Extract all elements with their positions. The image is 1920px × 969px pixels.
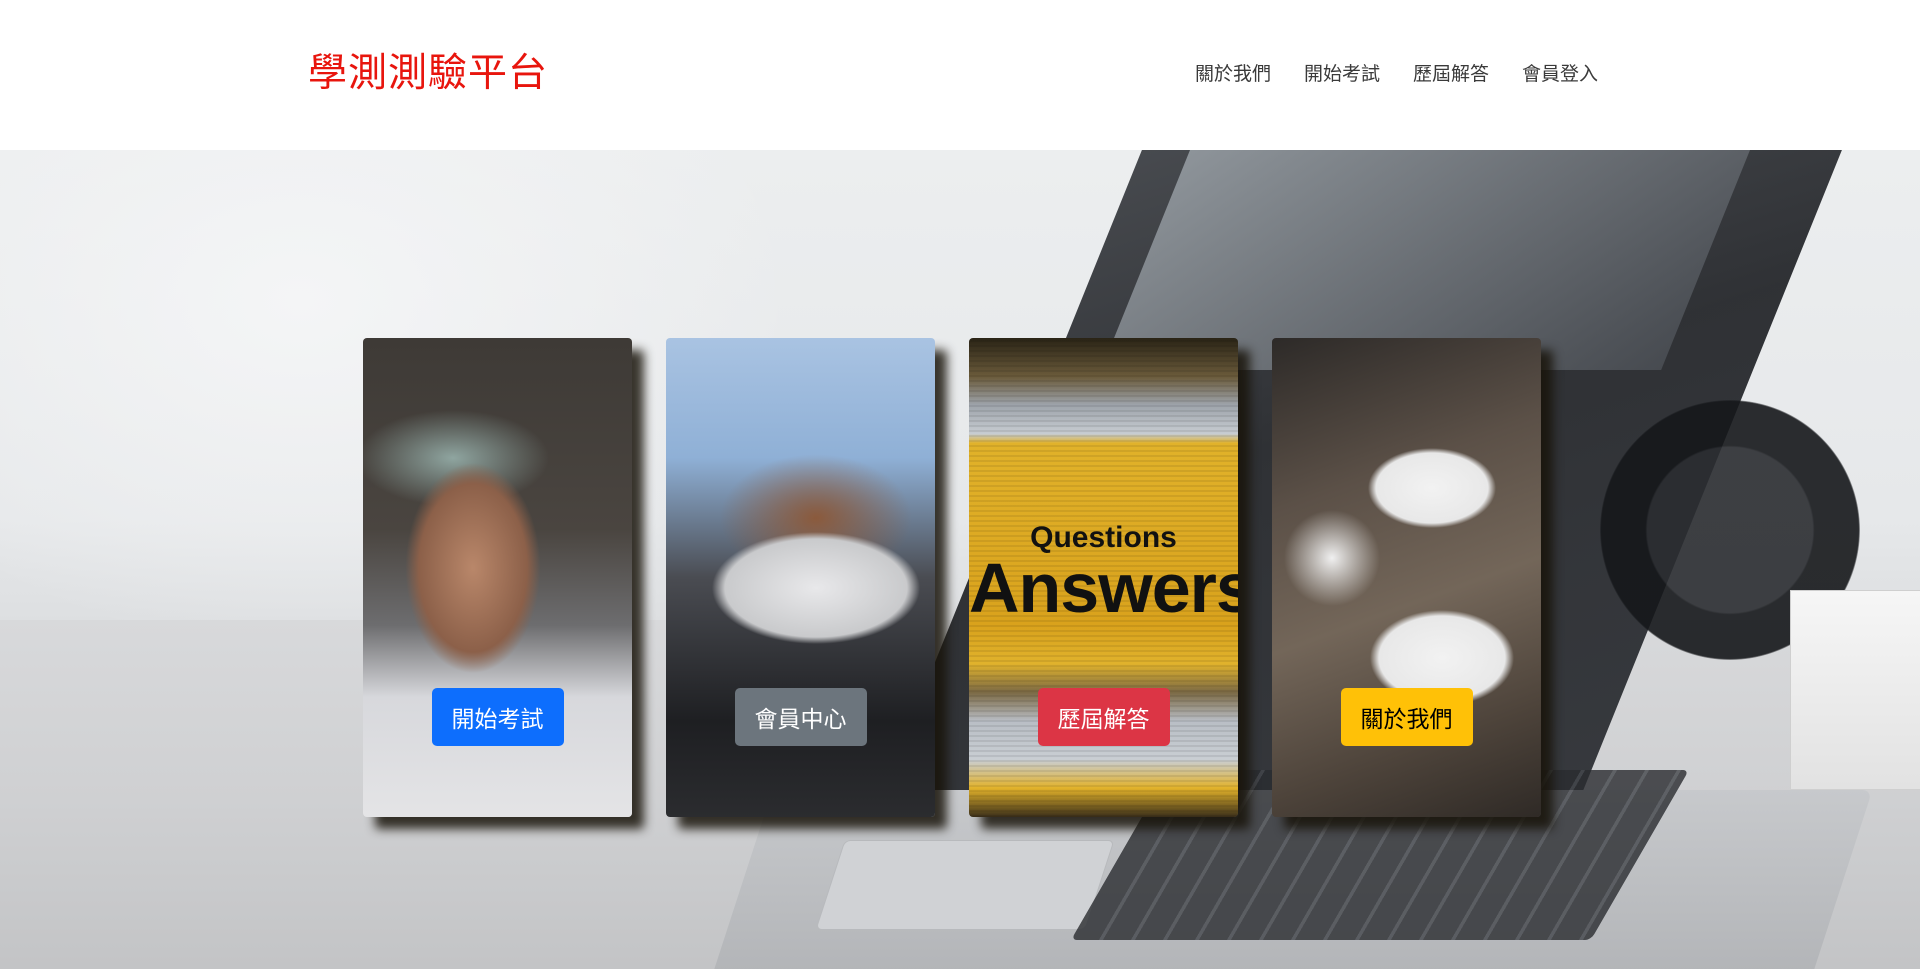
- card-group: 開始考試 會員中心 Questions Answers 歷屆解答 關於我們: [363, 338, 1541, 817]
- card-past-answers: Questions Answers 歷屆解答: [969, 338, 1238, 817]
- laptop-trackpad: [815, 840, 1115, 930]
- sign-answers-text: Answers: [969, 549, 1238, 627]
- card-start-exam: 開始考試: [363, 338, 632, 817]
- answers-sign-text: Questions Answers: [969, 523, 1238, 627]
- about-us-button[interactable]: 關於我們: [1340, 688, 1473, 746]
- navbar: 學測測驗平台 關於我們 開始考試 歷屆解答 會員登入: [0, 0, 1920, 150]
- white-box-image: [1790, 590, 1920, 790]
- nav-link-about[interactable]: 關於我們: [1195, 60, 1271, 88]
- nav-link-member-login[interactable]: 會員登入: [1522, 60, 1598, 88]
- card-member-center: 會員中心: [666, 338, 935, 817]
- start-exam-button[interactable]: 開始考試: [431, 688, 564, 746]
- past-answers-button[interactable]: 歷屆解答: [1037, 688, 1170, 746]
- member-center-button[interactable]: 會員中心: [734, 688, 867, 746]
- nav-link-past-answers[interactable]: 歷屆解答: [1413, 60, 1489, 88]
- nav-menu: 關於我們 開始考試 歷屆解答 會員登入: [1195, 60, 1598, 88]
- nav-link-start-exam[interactable]: 開始考試: [1304, 60, 1380, 88]
- brand-logo[interactable]: 學測測驗平台: [308, 50, 548, 98]
- laptop-screen-display: [1101, 150, 1750, 370]
- card-about-us: 關於我們: [1272, 338, 1541, 817]
